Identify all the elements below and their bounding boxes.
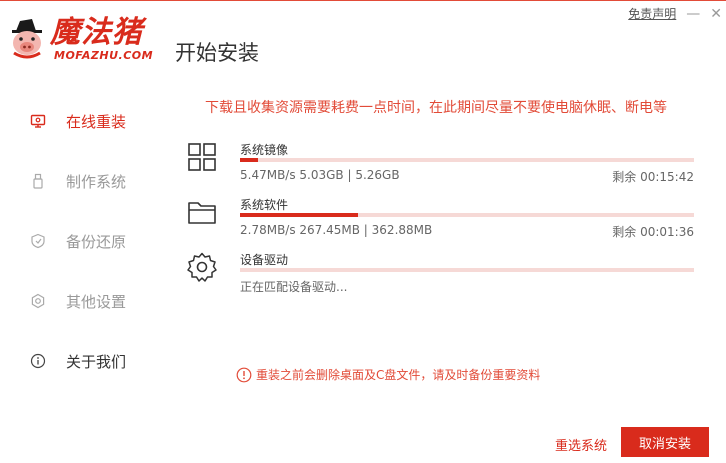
- task-device-drivers: 设备驱动 正在匹配设备驱动...: [186, 251, 696, 301]
- close-button[interactable]: ✕: [710, 7, 722, 21]
- backup-warning: 重装之前会删除桌面及C盘文件，请及时备份重要资料: [236, 366, 540, 383]
- settings-icon: [187, 252, 217, 282]
- task-name: 设备驱动: [240, 253, 289, 267]
- reselect-system-link[interactable]: 重选系统: [555, 435, 607, 454]
- disclaimer-link[interactable]: 免责声明: [628, 5, 676, 22]
- sidebar-item-backup-restore[interactable]: 备份还原: [0, 221, 172, 261]
- pig-mascot-icon: [12, 19, 42, 59]
- task-remaining: 剩余 00:01:36: [612, 225, 694, 239]
- logo-domain: MOFAZHU.COM: [54, 49, 154, 62]
- progress-track: [240, 268, 694, 272]
- task-name: 系统软件: [240, 198, 289, 212]
- page-title: 开始安装: [175, 41, 259, 65]
- sidebar-item-label: 关于我们: [66, 352, 127, 371]
- task-status: 正在匹配设备驱动...: [240, 280, 348, 294]
- download-notice: 下载且收集资源需要耗费一点时间，在此期间尽量不要使电脑休眠、断电等: [205, 100, 667, 116]
- cancel-install-button[interactable]: 取消安装: [621, 427, 709, 457]
- sidebar-item-make-system[interactable]: 制作系统: [0, 161, 172, 201]
- sidebar-item-label: 制作系统: [66, 172, 127, 191]
- windows-icon: [188, 143, 216, 171]
- backup-icon: [30, 233, 46, 249]
- progress-track: [240, 213, 694, 217]
- warning-text: 重装之前会删除桌面及C盘文件，请及时备份重要资料: [256, 368, 541, 382]
- warning-icon: [236, 367, 252, 382]
- info-icon: [30, 353, 46, 369]
- progress-fill: [240, 213, 359, 217]
- monitor-icon: [30, 113, 46, 129]
- task-system-software: 系统软件 2.78MB/s 267.45MB | 362.88MB 剩余 00:…: [186, 196, 696, 246]
- task-name: 系统镜像: [240, 143, 289, 157]
- sidebar-item-about-us[interactable]: 关于我们: [0, 341, 172, 381]
- sidebar-item-online-reinstall[interactable]: 在线重装: [0, 101, 172, 141]
- gear-icon: [30, 293, 46, 309]
- minimize-button[interactable]: —: [686, 7, 700, 21]
- sidebar-item-other-settings[interactable]: 其他设置: [0, 281, 172, 321]
- logo-wordmark: 魔法猪: [50, 15, 143, 50]
- window-controls: 免责声明 — ✕: [628, 5, 722, 22]
- sidebar-item-label: 其他设置: [66, 292, 127, 311]
- progress-track: [240, 158, 694, 162]
- sidebar-item-label: 备份还原: [66, 232, 127, 251]
- task-system-image: 系统镜像 5.47MB/s 5.03GB | 5.26GB 剩余 00:15:4…: [186, 141, 696, 191]
- usb-icon: [30, 173, 46, 189]
- task-remaining: 剩余 00:15:42: [612, 170, 694, 184]
- brand-logo: 魔法猪 MOFAZHU.COM: [6, 15, 158, 65]
- installer-window: 魔法猪 MOFAZHU.COM 开始安装 免责声明 — ✕ 在线重装 制作系统 …: [0, 0, 726, 463]
- progress-fill: [240, 158, 259, 162]
- task-stats: 2.78MB/s 267.45MB | 362.88MB: [240, 223, 433, 237]
- sidebar-item-label: 在线重装: [66, 112, 127, 131]
- task-stats: 5.47MB/s 5.03GB | 5.26GB: [240, 168, 400, 182]
- folder-icon: [188, 202, 216, 224]
